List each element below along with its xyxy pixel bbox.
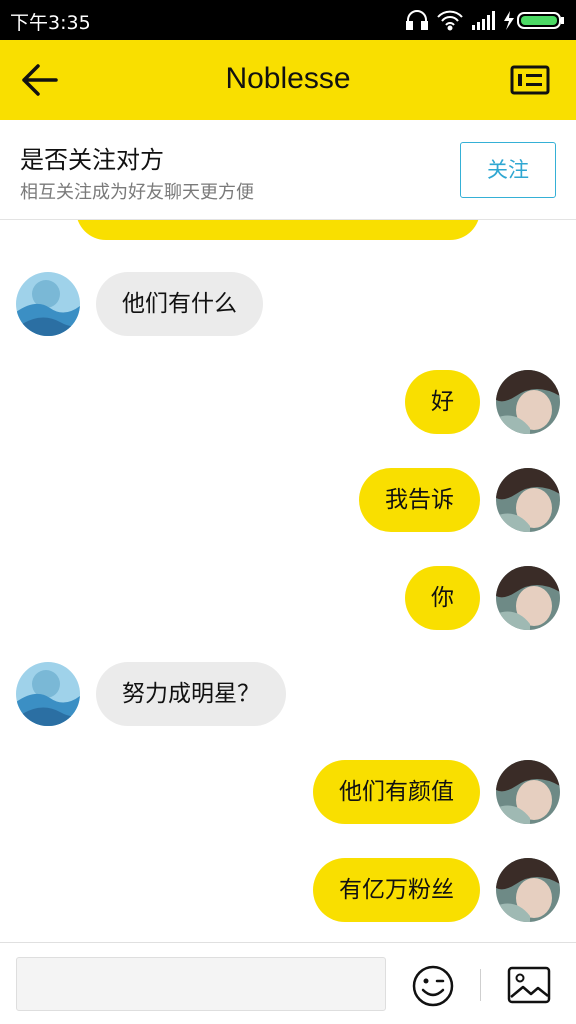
user-avatar[interactable]	[496, 858, 560, 922]
id-card-icon[interactable]	[510, 64, 550, 96]
headset-icon	[406, 10, 428, 30]
contact-avatar[interactable]	[16, 272, 80, 336]
input-divider	[480, 969, 481, 1001]
message-input[interactable]	[16, 957, 386, 1011]
message-row: 努力成明星？	[0, 660, 576, 728]
message-bubble-incoming[interactable]: 努力成明星？	[96, 662, 286, 726]
follow-prompt-subtitle: 相互关注成为好友聊天更方便	[20, 182, 254, 203]
follow-banner: 是否关注对方 相互关注成为好友聊天更方便 关注	[0, 120, 576, 220]
message-row: 我告诉	[0, 466, 576, 534]
user-avatar[interactable]	[496, 760, 560, 824]
input-bar	[0, 942, 576, 1024]
wifi-icon	[437, 10, 463, 31]
signal-icon	[472, 11, 495, 30]
message-bubble-incoming[interactable]: 他们有什么	[96, 272, 263, 336]
message-bubble-outgoing[interactable]: 你	[405, 566, 480, 630]
status-time: 下午3:35	[10, 12, 91, 34]
user-avatar[interactable]	[496, 370, 560, 434]
user-avatar[interactable]	[496, 468, 560, 532]
follow-button[interactable]: 关注	[460, 142, 556, 198]
status-bar: 下午3:35	[0, 0, 576, 40]
contact-avatar[interactable]	[16, 662, 80, 726]
partial-message-bubble	[76, 220, 480, 240]
page-title: Noblesse	[225, 62, 351, 95]
message-row: 有亿万粉丝	[0, 856, 576, 924]
charging-icon	[504, 11, 514, 30]
image-icon[interactable]	[506, 965, 552, 1005]
message-bubble-outgoing[interactable]: 有亿万粉丝	[313, 858, 480, 922]
follow-prompt-title: 是否关注对方	[20, 146, 164, 174]
message-row: 他们有颜值	[0, 758, 576, 826]
message-bubble-outgoing[interactable]: 他们有颜值	[313, 760, 480, 824]
message-bubble-outgoing[interactable]: 好	[405, 370, 480, 434]
battery-icon	[517, 12, 564, 29]
user-avatar[interactable]	[496, 566, 560, 630]
smiley-icon[interactable]	[410, 963, 456, 1009]
message-row: 你	[0, 564, 576, 632]
status-icons	[406, 10, 564, 31]
message-row: 他们有什么	[0, 270, 576, 338]
message-row: 好	[0, 368, 576, 436]
message-bubble-outgoing[interactable]: 我告诉	[359, 468, 480, 532]
chat-message-list[interactable]: 他们有什么 好 我告诉 你 努力成明星？ 他们有颜值 有亿万粉丝	[0, 220, 576, 942]
nav-bar: Noblesse	[0, 40, 576, 120]
